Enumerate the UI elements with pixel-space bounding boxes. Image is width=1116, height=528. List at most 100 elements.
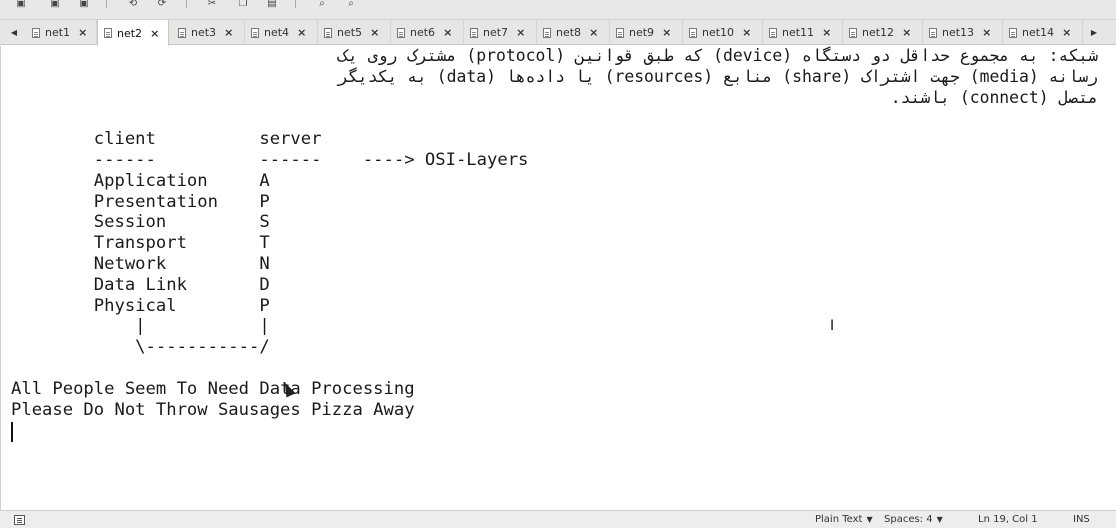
- document-icon: [616, 27, 624, 38]
- editor-line: Data Link D: [11, 274, 270, 295]
- tab-net14[interactable]: net14 ×: [1003, 20, 1083, 45]
- tab-net4[interactable]: net4 ×: [245, 20, 318, 45]
- document-icon: [470, 27, 478, 38]
- close-icon[interactable]: ×: [742, 26, 751, 39]
- close-icon[interactable]: ×: [297, 26, 306, 39]
- tab-net10[interactable]: net10 ×: [683, 20, 763, 45]
- save-all-icon[interactable]: ▣: [48, 0, 62, 9]
- tab-label: net6: [410, 26, 436, 39]
- document-icon: [543, 27, 551, 38]
- editor-line: Transport T: [11, 233, 270, 254]
- tab-label: net8: [556, 26, 582, 39]
- document-icon: [32, 27, 40, 38]
- indentation-selector[interactable]: Spaces: 4 ▼: [884, 511, 943, 528]
- editor-line: شبکه: به مجموع حداقل دو دستگاه (device) …: [338, 46, 1098, 65]
- undo-icon[interactable]: ⟲: [126, 0, 140, 9]
- text-editor[interactable]: شبکه: به مجموع حداقل دو دستگاه (device) …: [0, 46, 1116, 510]
- language-selector[interactable]: Plain Text ▼: [815, 511, 873, 528]
- editor-line: رسانه (media) جهت اشتراک (share) منابع (…: [338, 66, 1098, 86]
- toolbar: ▣ ▣ ▣ ⟲ ⟳ ✂ ❐ ▤ ⌕ ⌕: [0, 0, 1116, 20]
- chevron-down-icon: ▼: [936, 515, 943, 524]
- insert-mode: INS: [1073, 514, 1090, 525]
- editor-line: متصل (connect) باشند.: [890, 87, 1098, 107]
- tab-net6[interactable]: net6 ×: [391, 20, 464, 45]
- editor-line: \-----------/: [11, 337, 270, 358]
- document-icon: [251, 27, 259, 38]
- tab-label: net10: [702, 26, 735, 39]
- close-icon[interactable]: ×: [150, 27, 159, 40]
- scroll-tabs-left-icon[interactable]: ◀: [8, 20, 20, 45]
- tab-label: net3: [191, 26, 217, 39]
- document-icon: [324, 27, 332, 38]
- close-icon[interactable]: ×: [443, 26, 452, 39]
- tab-net3[interactable]: net3 ×: [172, 20, 245, 45]
- save-icon[interactable]: ▣: [77, 0, 91, 9]
- editor-line: ------ ------ ----> OSI-Layers: [11, 150, 529, 170]
- indentation-label: Spaces: 4: [884, 514, 933, 525]
- tab-net7[interactable]: net7 ×: [464, 20, 537, 45]
- editor-line: All People Seem To Need Data Processing: [11, 378, 415, 399]
- document-icon: [1009, 27, 1017, 38]
- editor-line: Physical P: [11, 295, 270, 316]
- editor-line: Application A: [11, 170, 270, 191]
- ibeam-cursor-icon: I: [830, 318, 835, 334]
- document-icon: [178, 27, 186, 38]
- tab-label: net4: [264, 26, 290, 39]
- document-icon: [689, 27, 697, 38]
- editor-line: | |: [11, 316, 270, 337]
- close-icon[interactable]: ×: [982, 26, 991, 39]
- tab-net13[interactable]: net13 ×: [923, 20, 1003, 45]
- side-panel-toggle-icon[interactable]: [14, 515, 25, 525]
- copy-icon[interactable]: ❐: [236, 0, 250, 9]
- editor-line: Network N: [11, 254, 270, 274]
- editor-line: Please Do Not Throw Sausages Pizza Away: [11, 399, 415, 420]
- toolbar-separator: [295, 0, 296, 8]
- editor-line: Session S: [11, 212, 270, 233]
- close-icon[interactable]: ×: [516, 26, 525, 39]
- cursor-position: Ln 19, Col 1: [978, 514, 1038, 525]
- status-bar: Plain Text ▼ Spaces: 4 ▼ Ln 19, Col 1 INS: [0, 510, 1116, 528]
- tab-label: net2: [117, 26, 143, 40]
- tab-net1[interactable]: net1 ×: [26, 20, 97, 45]
- cut-icon[interactable]: ✂: [205, 0, 219, 9]
- document-icon: [929, 27, 937, 38]
- close-icon[interactable]: ×: [902, 26, 911, 39]
- document-icon: [769, 27, 777, 38]
- close-icon[interactable]: ×: [662, 26, 671, 39]
- close-icon[interactable]: ×: [78, 26, 87, 39]
- close-icon[interactable]: ×: [224, 26, 233, 39]
- tab-net2[interactable]: net2 ×: [97, 20, 169, 46]
- tab-net9[interactable]: net9 ×: [610, 20, 683, 45]
- toolbar-separator: [106, 0, 107, 8]
- close-icon[interactable]: ×: [822, 26, 831, 39]
- tab-label: net5: [337, 26, 363, 39]
- close-icon[interactable]: ×: [589, 26, 598, 39]
- scroll-tabs-right-icon[interactable]: ▶: [1088, 20, 1100, 45]
- tab-label: net14: [1022, 26, 1055, 39]
- close-icon[interactable]: ×: [1062, 26, 1071, 39]
- text-caret: [11, 422, 13, 442]
- open-icon[interactable]: ▣: [14, 0, 28, 9]
- tab-label: net7: [483, 26, 509, 39]
- tab-label: net13: [942, 26, 975, 39]
- language-label: Plain Text: [815, 514, 863, 525]
- tab-net12[interactable]: net12 ×: [843, 20, 923, 45]
- replace-icon[interactable]: ⌕: [344, 0, 358, 9]
- editor-line: client server: [11, 129, 322, 150]
- search-icon[interactable]: ⌕: [315, 0, 329, 9]
- tab-label: net9: [629, 26, 655, 39]
- document-icon: [849, 27, 857, 38]
- close-icon[interactable]: ×: [370, 26, 379, 39]
- tab-label: net12: [862, 26, 895, 39]
- tab-bar: ◀ net1 × net2 × net3 × net4 × net5 × net…: [0, 20, 1116, 46]
- tab-net5[interactable]: net5 ×: [318, 20, 391, 45]
- document-icon: [397, 27, 405, 38]
- editor-line: Presentation P: [11, 191, 270, 212]
- redo-icon[interactable]: ⟳: [155, 0, 169, 9]
- toolbar-separator: [186, 0, 187, 8]
- tab-net8[interactable]: net8 ×: [537, 20, 610, 45]
- tab-label: net11: [782, 26, 815, 39]
- tab-net11[interactable]: net11 ×: [763, 20, 843, 45]
- document-icon: [104, 28, 112, 38]
- paste-icon[interactable]: ▤: [265, 0, 279, 9]
